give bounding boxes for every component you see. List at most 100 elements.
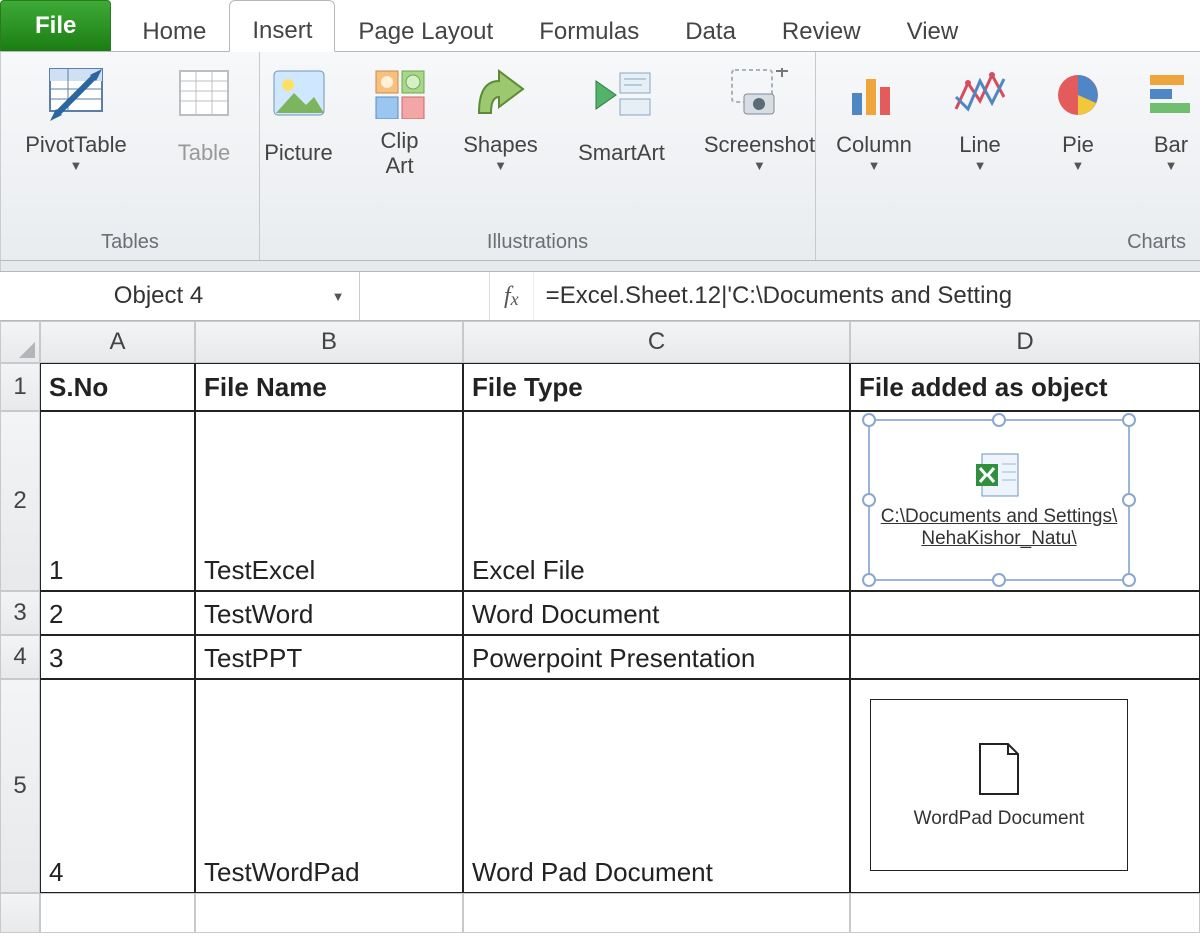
picture-button[interactable]: Picture — [251, 58, 347, 180]
picture-icon — [272, 62, 326, 126]
pie-chart-button[interactable]: Pie ▼ — [1038, 58, 1118, 180]
dropdown-arrow-icon: ▼ — [868, 159, 881, 174]
dropdown-arrow-icon: ▼ — [1165, 159, 1178, 174]
row-header-3[interactable]: 3 — [0, 591, 40, 635]
formula-bar: Object 4 ▼ fx =Excel.Sheet.12|'C:\Docume… — [0, 271, 1200, 321]
cell-c6[interactable] — [463, 893, 850, 933]
clip-art-button[interactable]: ClipArt — [365, 58, 435, 180]
tab-file[interactable]: File — [0, 0, 111, 52]
cell-b2[interactable]: TestExcel — [195, 411, 463, 591]
clip-art-label-2: Art — [385, 153, 413, 178]
row-header-5[interactable]: 5 — [0, 679, 40, 893]
pivot-table-label: PivotTable — [25, 132, 127, 157]
embedded-excel-caption: C:\Documents and Settings\ NehaKishor_Na… — [870, 506, 1128, 550]
shapes-icon — [473, 62, 529, 126]
col-header-d[interactable]: D — [850, 321, 1200, 363]
dropdown-arrow-icon: ▼ — [753, 159, 766, 174]
ribbon-body: PivotTable ▼ Table Tables — [0, 51, 1200, 261]
column-chart-label: Column — [836, 132, 912, 157]
name-box[interactable]: Object 4 ▼ — [0, 272, 360, 320]
table-button[interactable]: Table — [159, 58, 249, 180]
row-header-1[interactable]: 1 — [0, 363, 40, 411]
cell-d1[interactable]: File added as object — [850, 363, 1200, 411]
embedded-object-excel[interactable]: C:\Documents and Settings\ NehaKishor_Na… — [868, 419, 1130, 581]
cell-a1[interactable]: S.No — [40, 363, 195, 411]
shapes-label: Shapes — [463, 132, 538, 157]
tab-home[interactable]: Home — [119, 0, 229, 52]
column-chart-icon — [848, 62, 900, 126]
col-header-b[interactable]: B — [195, 321, 463, 363]
cell-b5[interactable]: TestWordPad — [195, 679, 463, 893]
table-label: Table — [178, 140, 231, 165]
cell-d6[interactable] — [850, 893, 1200, 933]
dropdown-arrow-icon: ▼ — [1072, 159, 1085, 174]
tables-group-label: Tables — [101, 225, 159, 260]
row-header-2[interactable]: 2 — [0, 411, 40, 591]
cell-a3[interactable]: 2 — [40, 591, 195, 635]
dropdown-arrow-icon: ▼ — [494, 159, 507, 174]
tab-data[interactable]: Data — [662, 0, 759, 52]
dropdown-arrow-icon: ▼ — [70, 159, 83, 174]
cell-b3[interactable]: TestWord — [195, 591, 463, 635]
cell-a4[interactable]: 3 — [40, 635, 195, 679]
name-box-value: Object 4 — [10, 282, 307, 310]
line-chart-icon — [954, 62, 1006, 126]
tab-page-layout[interactable]: Page Layout — [335, 0, 516, 52]
cell-b6[interactable] — [195, 893, 463, 933]
cell-b4[interactable]: TestPPT — [195, 635, 463, 679]
cell-c3[interactable]: Word Document — [463, 591, 850, 635]
col-header-c[interactable]: C — [463, 321, 850, 363]
spreadsheet-grid: A B C D 1 S.No File Name File Type File … — [0, 321, 1200, 933]
smartart-icon — [592, 62, 652, 126]
row-header-6[interactable] — [0, 893, 40, 933]
pie-chart-label: Pie — [1062, 132, 1094, 157]
clip-art-label-1: Clip — [381, 128, 419, 153]
cell-a2[interactable]: 1 — [40, 411, 195, 591]
cell-c4[interactable]: Powerpoint Presentation — [463, 635, 850, 679]
bar-chart-label: Bar — [1154, 132, 1188, 157]
embedded-wordpad-caption: WordPad Document — [914, 808, 1085, 830]
fx-label[interactable]: fx — [490, 272, 534, 320]
select-all-corner[interactable] — [0, 321, 40, 363]
smartart-label: SmartArt — [578, 140, 665, 165]
screenshot-button[interactable]: Screenshot ▼ — [695, 58, 825, 180]
screenshot-label: Screenshot — [704, 132, 815, 157]
pie-chart-icon — [1052, 62, 1104, 126]
pivot-table-button[interactable]: PivotTable ▼ — [11, 58, 141, 180]
column-chart-button[interactable]: Column ▼ — [826, 58, 922, 180]
picture-label: Picture — [264, 140, 332, 165]
col-header-a[interactable]: A — [40, 321, 195, 363]
excel-file-icon — [972, 450, 1026, 500]
table-icon — [178, 62, 230, 126]
shapes-button[interactable]: Shapes ▼ — [453, 58, 549, 180]
cell-d4[interactable] — [850, 635, 1200, 679]
line-chart-label: Line — [959, 132, 1001, 157]
cell-c1[interactable]: File Type — [463, 363, 850, 411]
bar-chart-button[interactable]: Bar ▼ — [1136, 58, 1200, 180]
cell-b1[interactable]: File Name — [195, 363, 463, 411]
embedded-object-wordpad[interactable]: WordPad Document — [870, 699, 1128, 871]
ribbon-tab-strip: File Home Insert Page Layout Formulas Da… — [0, 0, 1200, 52]
tab-review[interactable]: Review — [759, 0, 884, 52]
smartart-button[interactable]: SmartArt — [567, 58, 677, 180]
clip-art-icon — [374, 62, 426, 126]
tab-insert[interactable]: Insert — [229, 0, 335, 52]
tab-view[interactable]: View — [884, 0, 982, 52]
pivot-table-icon — [48, 62, 104, 126]
formula-input[interactable]: =Excel.Sheet.12|'C:\Documents and Settin… — [534, 272, 1200, 320]
name-box-dropdown-icon[interactable]: ▼ — [327, 285, 349, 307]
dropdown-arrow-icon: ▼ — [974, 159, 987, 174]
document-icon — [974, 740, 1024, 798]
screenshot-icon — [730, 62, 790, 126]
cell-c2[interactable]: Excel File — [463, 411, 850, 591]
cell-c5[interactable]: Word Pad Document — [463, 679, 850, 893]
charts-group-label: Charts — [1127, 225, 1200, 260]
cell-d3[interactable] — [850, 591, 1200, 635]
line-chart-button[interactable]: Line ▼ — [940, 58, 1020, 180]
cell-a6[interactable] — [40, 893, 195, 933]
illustrations-group-label: Illustrations — [487, 225, 588, 260]
cell-a5[interactable]: 4 — [40, 679, 195, 893]
bar-chart-icon — [1148, 62, 1194, 126]
tab-formulas[interactable]: Formulas — [516, 0, 662, 52]
row-header-4[interactable]: 4 — [0, 635, 40, 679]
